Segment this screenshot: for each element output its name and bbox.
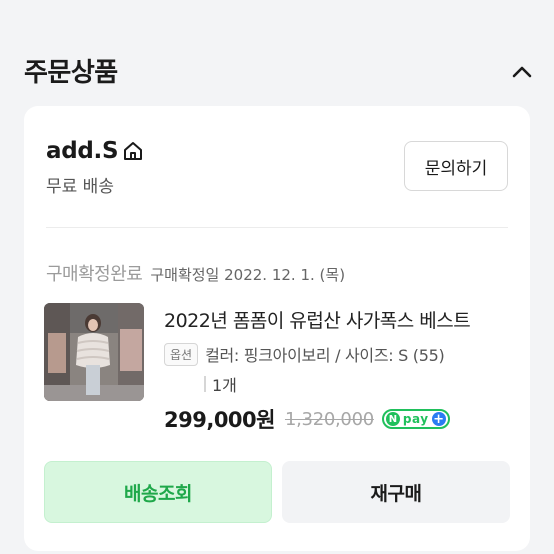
shop-name[interactable]: add.S <box>46 138 119 164</box>
npay-badge: N pay + <box>381 409 450 429</box>
home-icon[interactable] <box>122 140 144 162</box>
quantity-divider <box>204 376 206 392</box>
shipping-info: 무료 배송 <box>46 177 114 197</box>
product-title[interactable]: 2022년 폼폼이 유럽산 사가폭스 베스트 <box>164 306 471 333</box>
npay-n-icon: N <box>385 412 400 426</box>
divider <box>46 227 508 228</box>
price: 299,000원 <box>164 408 275 432</box>
chevron-up-icon[interactable] <box>508 58 536 86</box>
quantity-row: 1개 <box>204 372 237 396</box>
section-title: 주문상품 <box>24 58 118 88</box>
price-row: 299,000원 1,320,000 N pay + <box>164 404 450 434</box>
plus-icon: + <box>431 411 446 427</box>
product-image <box>44 303 144 401</box>
status-label: 구매확정완료 <box>46 264 143 285</box>
shop-name-row[interactable]: add.S <box>46 136 144 166</box>
confirm-date: 구매확정일 2022. 12. 1. (목) <box>150 266 346 284</box>
product-option: 옵션 컬러: 핑크아이보리 / 사이즈: S (55) <box>164 342 445 366</box>
order-products-header: 주문상품 <box>0 0 554 100</box>
order-card: add.S 무료 배송 문의하기 구매확정완료 구매확정일 2022. 12. … <box>24 106 530 551</box>
product-thumbnail[interactable] <box>44 303 144 401</box>
order-status: 구매확정완료 구매확정일 2022. 12. 1. (목) <box>46 260 345 286</box>
npay-text: pay <box>402 412 429 426</box>
inquiry-button[interactable]: 문의하기 <box>404 141 508 191</box>
quantity: 1개 <box>212 376 237 395</box>
option-text: 컬러: 핑크아이보리 / 사이즈: S (55) <box>205 346 445 365</box>
original-price: 1,320,000 <box>284 408 374 430</box>
track-delivery-button[interactable]: 배송조회 <box>44 461 272 523</box>
option-badge: 옵션 <box>164 342 199 366</box>
rebuy-button[interactable]: 재구매 <box>282 461 510 523</box>
